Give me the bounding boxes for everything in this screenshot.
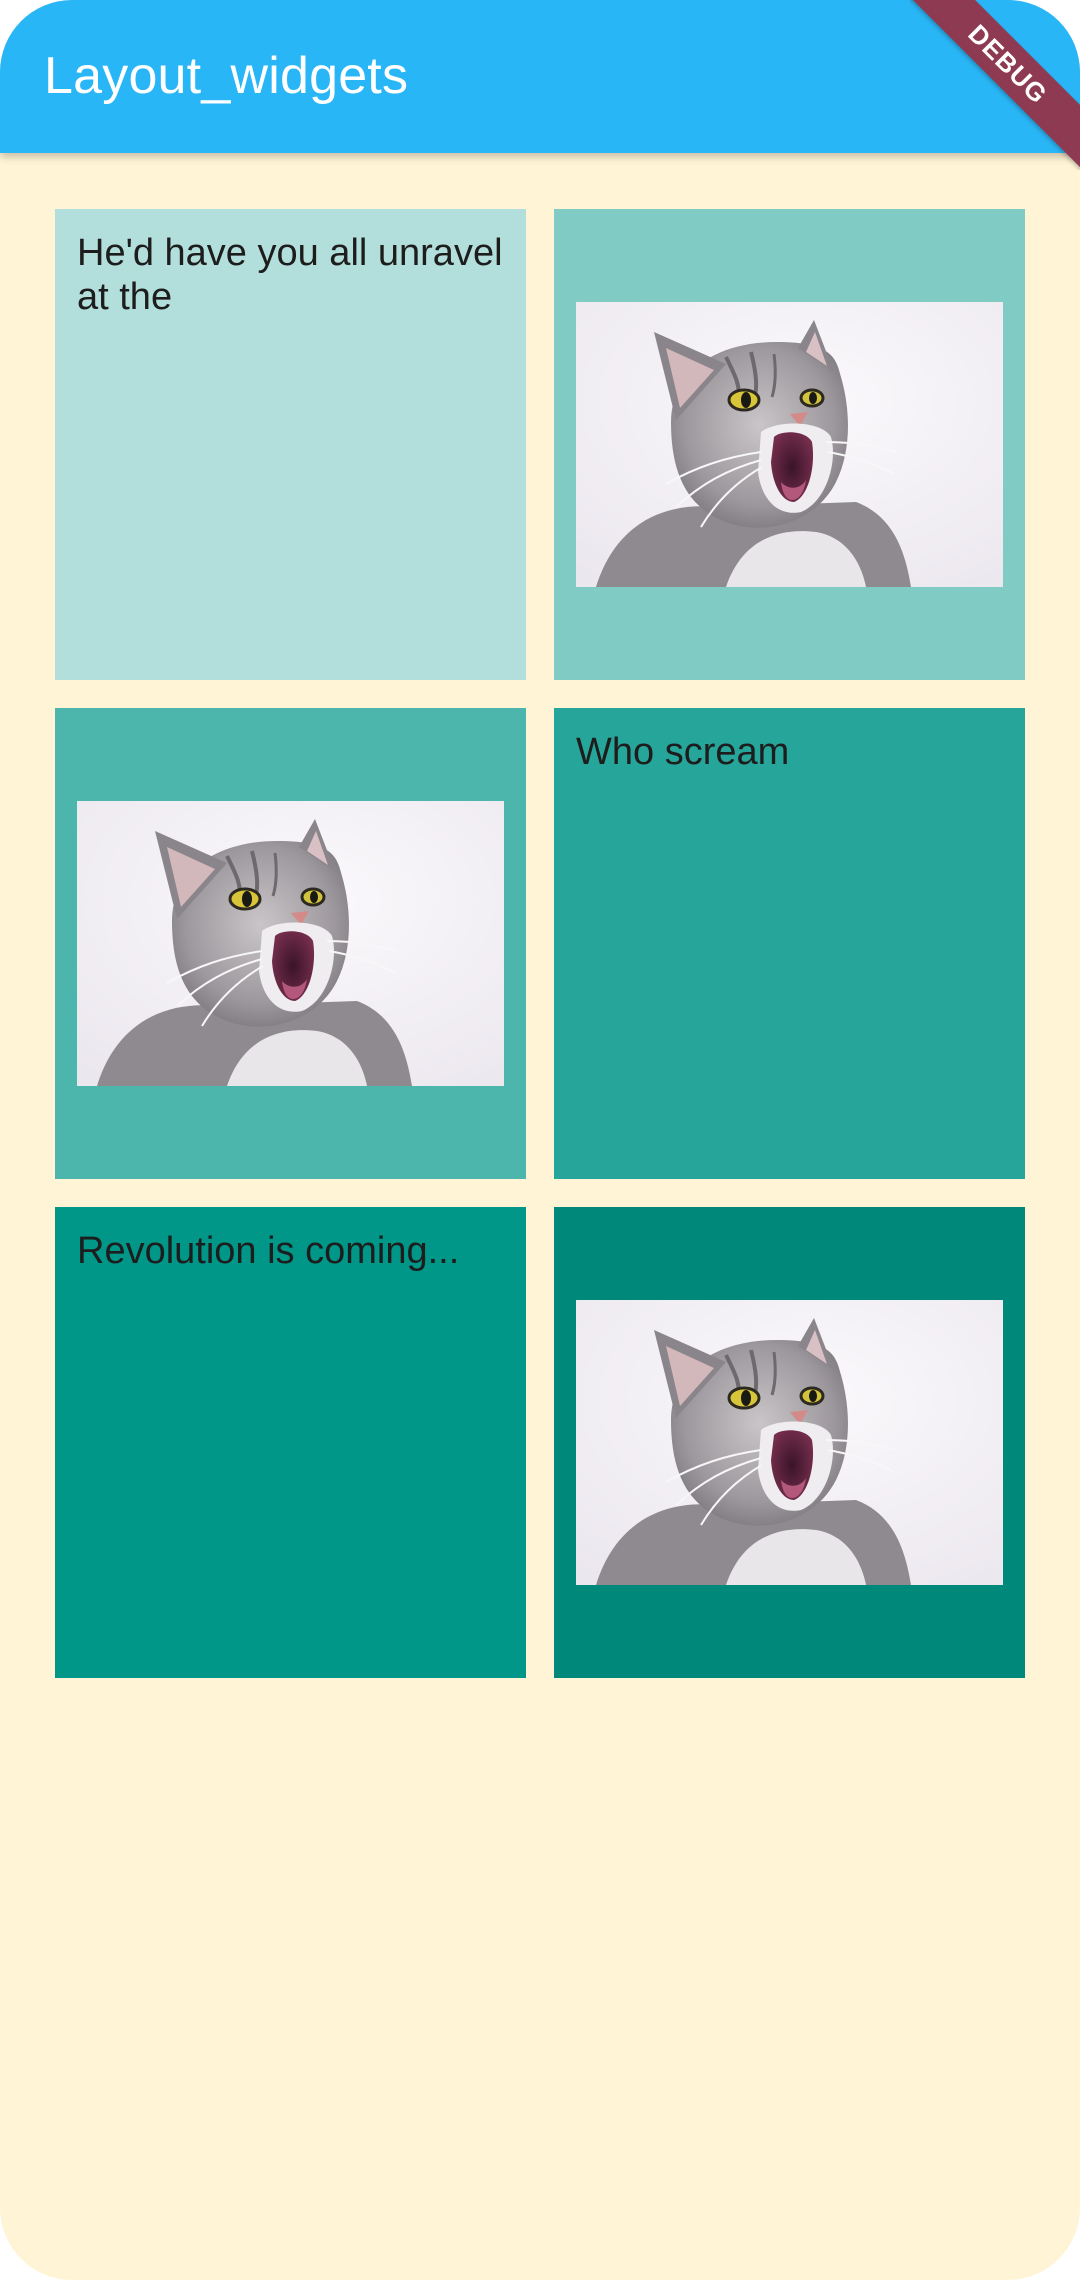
debug-banner-label: DEBUG bbox=[910, 0, 1080, 170]
tile-text: He'd have you all unravel at the bbox=[77, 232, 503, 318]
grid-tile: Revolution is coming... bbox=[55, 1207, 526, 1678]
tile-text: Who scream bbox=[576, 731, 790, 773]
cat-photo bbox=[576, 1300, 1003, 1585]
grid-tile bbox=[55, 708, 526, 1179]
grid-tile: He'd have you all unravel at the bbox=[55, 209, 526, 680]
grid-tile bbox=[554, 1207, 1025, 1678]
app-screen: Layout_widgets DEBUG He'd have you all u… bbox=[0, 0, 1080, 2280]
cat-photo bbox=[77, 801, 504, 1086]
grid-tile: Who scream bbox=[554, 708, 1025, 1179]
tile-grid: He'd have you all unravel at the Who scre… bbox=[55, 209, 1025, 1678]
cat-photo bbox=[576, 302, 1003, 587]
app-bar-title: Layout_widgets bbox=[44, 47, 409, 105]
debug-banner: DEBUG bbox=[910, 0, 1080, 170]
tile-text: Revolution is coming... bbox=[77, 1230, 460, 1272]
grid-tile bbox=[554, 209, 1025, 680]
